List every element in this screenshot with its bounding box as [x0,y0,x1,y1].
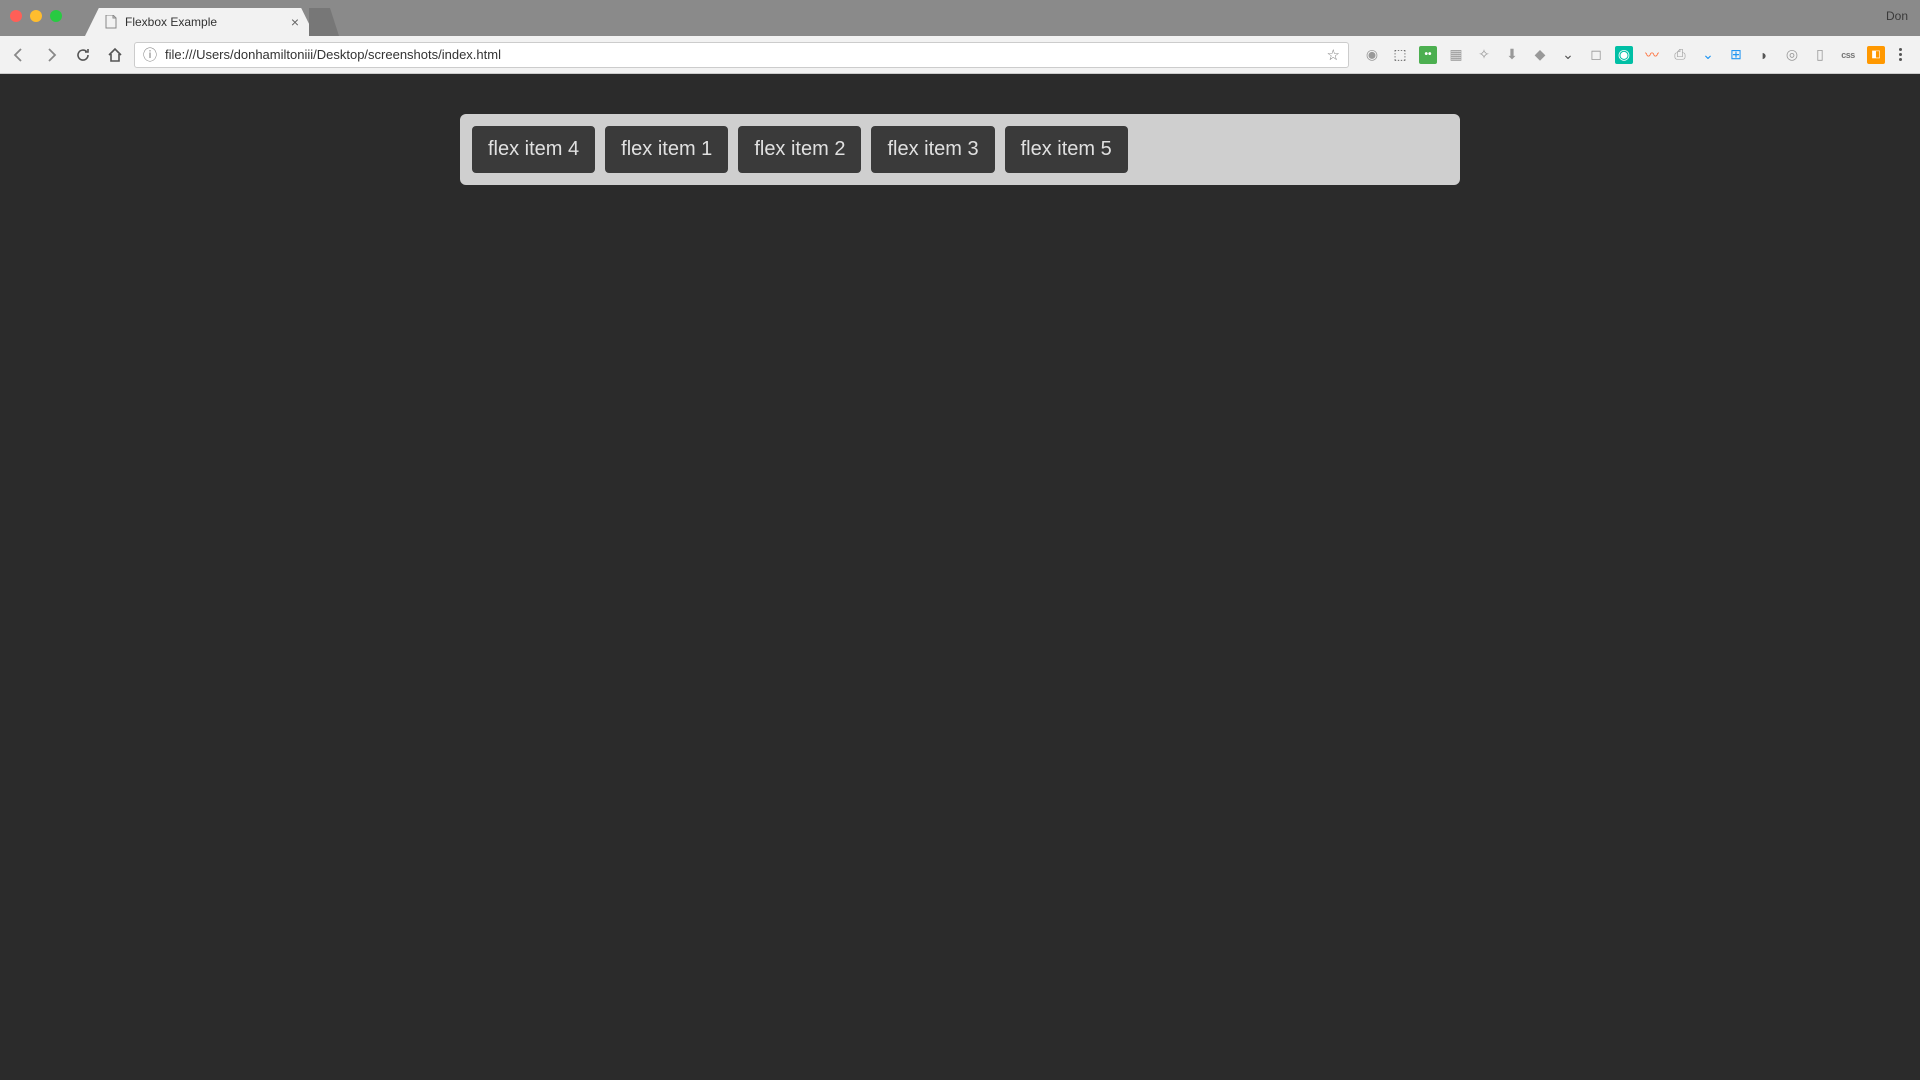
extension-icon-11[interactable]: 〰 [1643,46,1661,64]
browser-tab-bar: Flexbox Example × Don [0,0,1920,36]
window-maximize-button[interactable] [50,10,62,22]
tabs-container: Flexbox Example × [85,0,339,36]
file-icon [103,14,119,30]
bookmark-star-icon[interactable]: ☆ [1327,46,1340,64]
tab-close-button[interactable]: × [291,14,299,30]
extension-icon-17[interactable]: ▯ [1811,46,1829,64]
reload-button[interactable] [74,46,92,64]
user-profile-label[interactable]: Don [1886,9,1908,23]
back-button[interactable] [10,46,28,64]
window-controls [10,10,62,22]
tab-title: Flexbox Example [125,15,217,29]
browser-menu-button[interactable] [1895,48,1906,61]
browser-toolbar: ⓘ file:///Users/donhamiltoniii/Desktop/s… [0,36,1920,74]
url-text: file:///Users/donhamiltoniii/Desktop/scr… [165,47,501,62]
page-viewport: flex item 4 flex item 1 flex item 2 flex… [0,74,1920,1080]
flex-item: flex item 3 [871,126,994,173]
new-tab-hint[interactable] [309,8,339,36]
flex-item: flex item 5 [1005,126,1128,173]
window-minimize-button[interactable] [30,10,42,22]
window-close-button[interactable] [10,10,22,22]
extension-icon-7[interactable]: ◆ [1531,46,1549,64]
nav-buttons [10,46,124,64]
extension-icon-9[interactable]: ◻ [1587,46,1605,64]
extension-icon-4[interactable]: ▦ [1447,46,1465,64]
extension-icon-14[interactable]: ⊞ [1727,46,1745,64]
address-input[interactable]: ⓘ file:///Users/donhamiltoniii/Desktop/s… [134,42,1349,68]
forward-button[interactable] [42,46,60,64]
extension-icon-5[interactable]: ✧ [1475,46,1493,64]
extension-icon-css[interactable]: css [1839,46,1857,64]
site-info-icon[interactable]: ⓘ [143,45,157,65]
extension-icon-2[interactable]: ⬚ [1391,46,1409,64]
flex-item: flex item 2 [738,126,861,173]
extension-icon-6[interactable]: ⬇ [1503,46,1521,64]
extension-icon-13[interactable]: ⌄ [1699,46,1717,64]
browser-tab-active[interactable]: Flexbox Example × [85,8,315,36]
flex-item: flex item 1 [605,126,728,173]
extension-icon-1[interactable]: ◉ [1363,46,1381,64]
extension-icon-grammarly[interactable]: ◉ [1615,46,1633,64]
extension-icon-19[interactable]: ◧ [1867,46,1885,64]
flex-item: flex item 4 [472,126,595,173]
extension-icon-16[interactable]: ◎ [1783,46,1801,64]
extension-icon-pocket[interactable]: ⌄ [1559,46,1577,64]
flex-container: flex item 4 flex item 1 flex item 2 flex… [460,114,1460,185]
extensions-tray: ◉ ⬚ •• ▦ ✧ ⬇ ◆ ⌄ ◻ ◉ 〰 ⎙ ⌄ ⊞ ◗ ◎ ▯ css ◧ [1359,46,1910,64]
extension-icon-3[interactable]: •• [1419,46,1437,64]
extension-icon-12[interactable]: ⎙ [1671,46,1689,64]
extension-icon-15[interactable]: ◗ [1755,46,1773,64]
home-button[interactable] [106,46,124,64]
